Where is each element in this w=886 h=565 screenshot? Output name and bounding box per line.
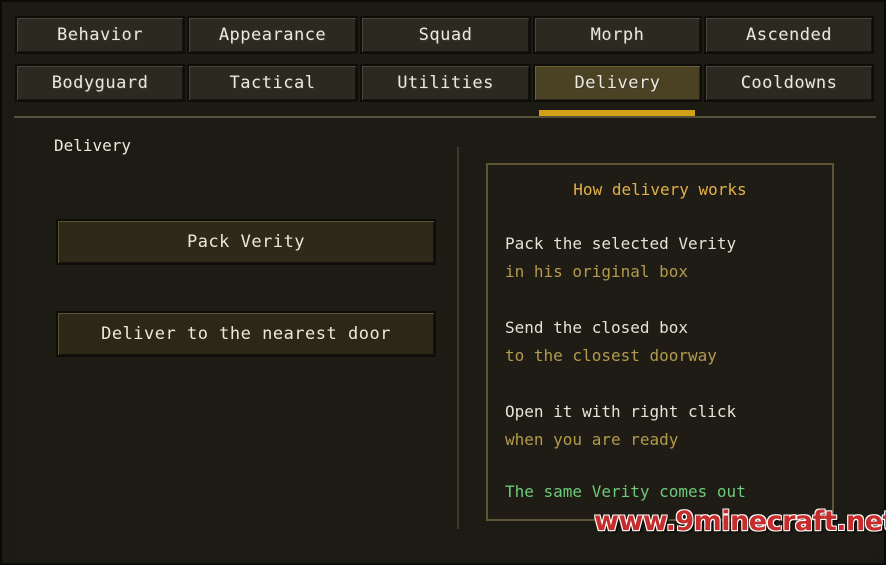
info-line: Open it with right click [505, 402, 737, 421]
tab-bodyguard[interactable]: Bodyguard [15, 64, 185, 102]
info-line: in his original box [505, 262, 689, 281]
settings-window: Behavior Appearance Squad Morph Ascended… [0, 0, 886, 565]
info-line: Send the closed box [505, 318, 689, 337]
info-panel-title: How delivery works [573, 180, 747, 199]
deliver-nearest-door-button[interactable]: Deliver to the nearest door [56, 311, 436, 357]
tab-behavior[interactable]: Behavior [15, 16, 185, 54]
tab-cooldowns[interactable]: Cooldowns [704, 64, 874, 102]
watermark-text: www.9minecraft.net [594, 506, 886, 537]
tab-delivery[interactable]: Delivery [533, 64, 702, 102]
column-divider [457, 147, 459, 529]
tab-tactical[interactable]: Tactical [187, 64, 358, 102]
tab-ascended[interactable]: Ascended [704, 16, 874, 54]
delivery-info-panel: How delivery works Pack the selected Ver… [486, 163, 834, 521]
section-title: Delivery [54, 136, 132, 155]
info-line: to the closest doorway [505, 346, 717, 365]
tab-morph[interactable]: Morph [533, 16, 702, 54]
tab-appearance[interactable]: Appearance [187, 16, 358, 54]
info-line: when you are ready [505, 430, 679, 449]
tab-utilities[interactable]: Utilities [360, 64, 531, 102]
pack-verity-button[interactable]: Pack Verity [56, 219, 436, 265]
info-line-highlight: The same Verity comes out [505, 482, 746, 501]
info-line: Pack the selected Verity [505, 234, 737, 253]
tab-squad[interactable]: Squad [360, 16, 531, 54]
